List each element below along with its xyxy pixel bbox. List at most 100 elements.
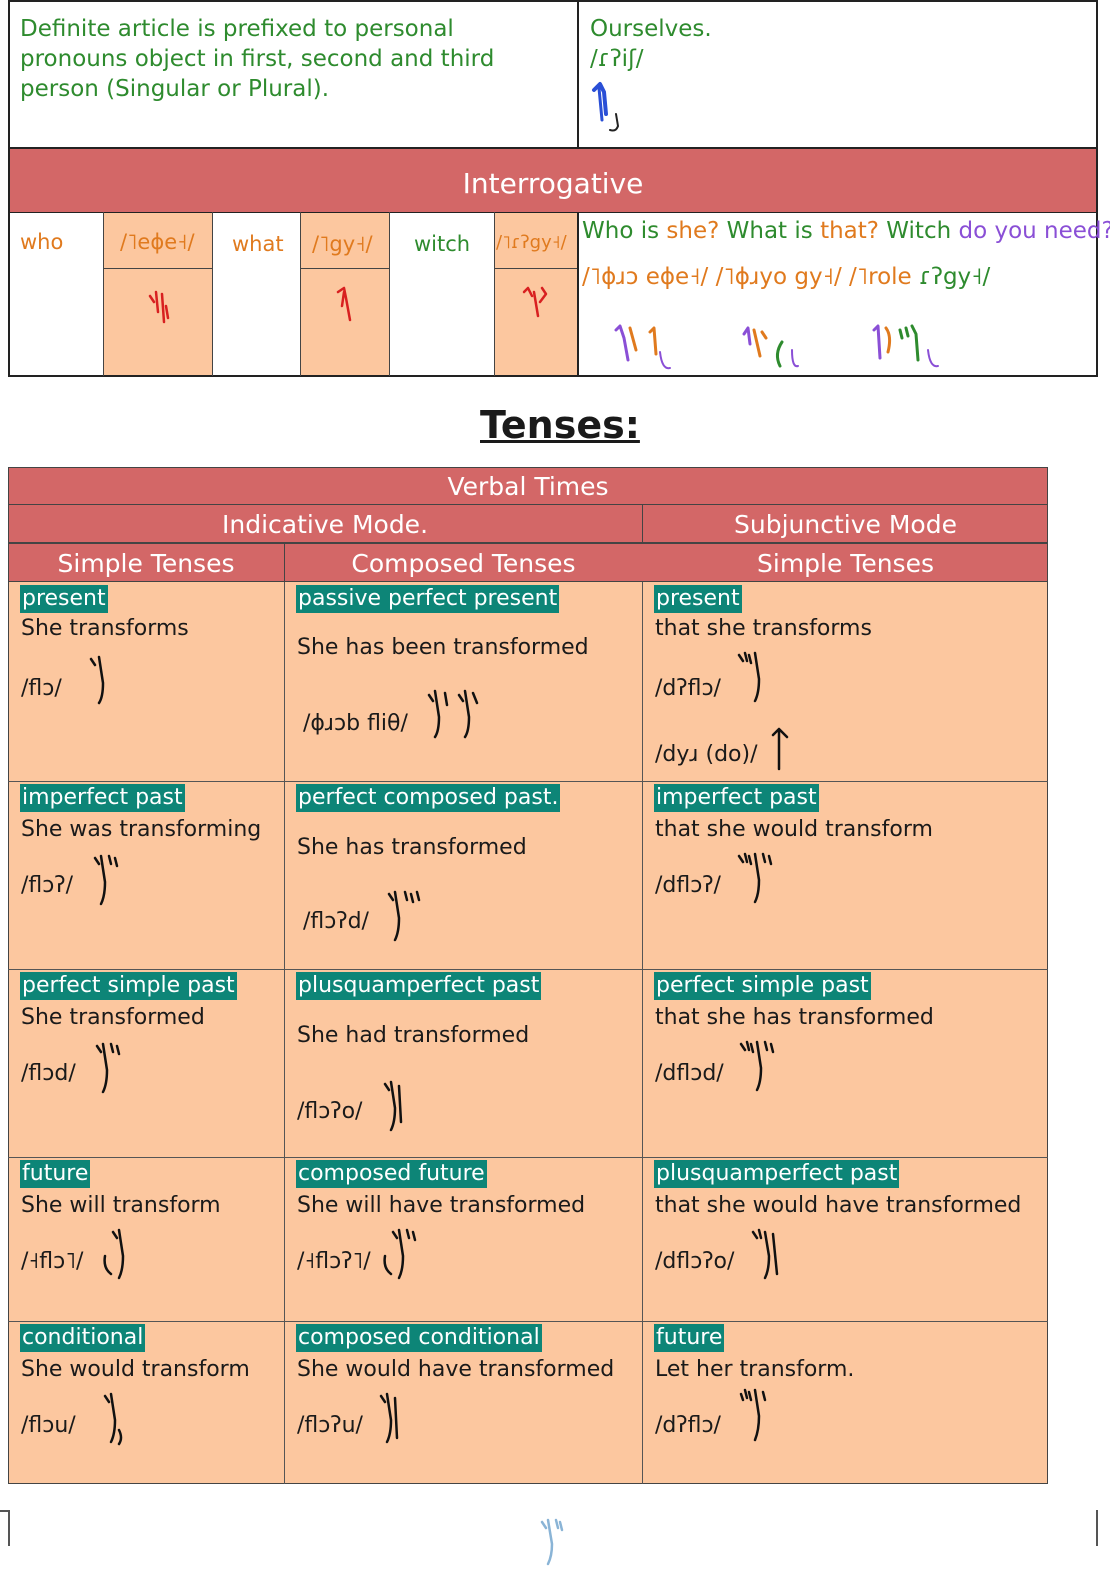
ex-who-is: Who is: [582, 218, 660, 244]
tense-ipa: /ɸɹɔb fliθ/: [303, 711, 408, 736]
definition-text: Definite article is prefixed to personal…: [20, 14, 570, 104]
composed-conditional-glyph-icon: [379, 1392, 399, 1444]
tense-ipa: /dʔflɔ/: [655, 676, 721, 701]
what-ipa: /˥gy˧/: [312, 232, 373, 256]
cell-perfect-simple-past: perfect simple past She transformed /flɔ…: [9, 970, 284, 1157]
ex-she: she?: [666, 218, 720, 244]
sentence1-glyph-icon: [614, 324, 671, 370]
cell-composed-conditional: composed conditional She would have tran…: [285, 1322, 642, 1484]
cell-sep: [301, 268, 389, 269]
col-sep: [577, 212, 579, 376]
tense-ipa: /flɔd/: [21, 1061, 76, 1086]
tense-tag: plusquamperfect past: [654, 1160, 900, 1188]
cell-sub-perfect-simple-past: perfect simple past that she has transfo…: [643, 970, 1048, 1157]
ourselves-word: Ourselves.: [590, 16, 712, 42]
tenses-heading: Tenses:: [480, 403, 640, 447]
tense-sentence: She transformed: [21, 1005, 205, 1030]
sub-perfect-simple-glyph-icon: [739, 1040, 775, 1092]
col-sep: [389, 212, 390, 376]
who-glyph-icon: [148, 290, 170, 324]
interrogative-example: Who is she? What is that? Witch do you n…: [582, 216, 1110, 246]
ipa-part: ɾʔgy˧/: [919, 264, 991, 290]
tense-sentence: She has been transformed: [297, 635, 589, 660]
col-subjunctive-simple: Simple Tenses: [757, 549, 934, 578]
sub-future-glyph-icon: [739, 1388, 767, 1442]
cell-sub-future: future Let her transform. /dʔflɔ/: [643, 1322, 1048, 1484]
cell-plusquamperfect-past: plusquamperfect past She had transformed…: [285, 970, 642, 1157]
tense-sentence: She would have transformed: [297, 1357, 615, 1382]
subjunctive-mode: Subjunctive Mode: [734, 510, 957, 539]
col-composed-tenses: Composed Tenses: [351, 549, 576, 578]
sub-imperfect-glyph-icon: [737, 852, 773, 904]
who-label: who: [20, 230, 64, 254]
verbal-times-title: Verbal Times: [447, 472, 609, 501]
tense-tag: future: [654, 1324, 725, 1352]
tense-tag: future: [20, 1160, 91, 1188]
col-sep: [212, 212, 213, 376]
cell-present: present She transforms /flɔ/: [9, 583, 284, 781]
tense-sentence: She will have transformed: [297, 1193, 586, 1218]
tense-sentence: that she would transform: [655, 817, 933, 842]
future-glyph-icon: [103, 1228, 125, 1280]
tense-ipa: /flɔʔd/: [303, 909, 369, 934]
tense-sentence: that she has transformed: [655, 1005, 934, 1030]
cell-perfect-composed-past: perfect composed past. She has transform…: [285, 782, 642, 969]
tense-ipa: /dʔflɔ/: [655, 1413, 721, 1438]
ex-that: that?: [820, 218, 879, 244]
cell-composed-future: composed future She will have transforme…: [285, 1158, 642, 1321]
interrogative-ipa-line: /˥ɸɹɔ eɸe˧/ /˥ɸɹyo gy˧/ /˥role ɾʔgy˧/: [582, 262, 990, 292]
cell-sub-imperfect-past: imperfect past that she would transform …: [643, 782, 1048, 969]
cell-passive-perfect-present: passive perfect present She has been tra…: [285, 583, 642, 781]
cell-conditional: conditional She would transform /flɔu/: [9, 1322, 284, 1484]
tense-ipa: /dflɔd/: [655, 1061, 724, 1086]
tense-tag: perfect simple past: [654, 972, 871, 1000]
tense-ipa-secondary: /dyɹ (do)/: [655, 742, 758, 767]
tense-ipa: /dflɔʔo/: [655, 1249, 735, 1274]
definition-divider: [577, 0, 579, 148]
ipa-part: /˥ɸɹɔ: [582, 264, 639, 290]
tense-sentence: She was transforming: [21, 817, 262, 842]
tense-tag: perfect simple past: [20, 972, 237, 1000]
interrogative-header: Interrogative: [8, 147, 1098, 213]
col-simple-tenses: Simple Tenses: [57, 549, 235, 578]
definition-line: Definite article is prefixed to personal: [20, 16, 454, 42]
sentence3-glyph-icon: [872, 324, 939, 368]
tense-tag: present: [20, 585, 108, 613]
ex-witch: Witch: [886, 218, 952, 244]
composed-future-glyph-icon: [383, 1228, 417, 1280]
page-edge-left: [8, 1510, 10, 1546]
plusquamperfect-glyph-icon: [383, 1080, 403, 1132]
tense-sentence: that she would have transformed: [655, 1193, 1022, 1218]
tense-ipa: /flɔʔu/: [297, 1413, 363, 1438]
tense-tag: plusquamperfect past: [296, 972, 542, 1000]
witch-ipa: /˥ɾʔgy˧/: [496, 232, 567, 253]
tense-ipa: /flɔʔ/: [21, 873, 73, 898]
definition-line: person (Singular or Plural).: [20, 76, 330, 102]
tense-tag: passive perfect present: [296, 585, 560, 613]
tense-sentence: She had transformed: [297, 1023, 530, 1048]
ipa-part: gy˧/: [794, 264, 842, 290]
tense-ipa: /flɔu/: [21, 1413, 76, 1438]
tense-tag: imperfect past: [654, 784, 819, 812]
tense-ipa: /˧flɔ˥/: [21, 1249, 84, 1274]
ipa-part: eɸe˧/: [645, 264, 709, 290]
conditional-glyph-icon: [103, 1392, 123, 1446]
cell-imperfect-past: imperfect past She was transforming /flɔ…: [9, 782, 284, 969]
tense-sentence: Let her transform.: [655, 1357, 855, 1382]
page-edge-left-top: [0, 1510, 10, 1512]
ipa-part: /˥ɸɹyo: [715, 264, 788, 290]
sub-plusquamperfect-glyph-icon: [751, 1228, 779, 1280]
passive-perfect-glyph-icon: [427, 689, 479, 739]
tense-ipa: /dflɔʔ/: [655, 873, 721, 898]
perfect-simple-glyph-icon: [95, 1042, 121, 1094]
tense-sentence: She will transform: [21, 1193, 221, 1218]
ex-do-you-need: do you need?: [958, 218, 1110, 244]
indicative-mode: Indicative Mode.: [221, 510, 429, 539]
tense-tag: conditional: [20, 1324, 146, 1352]
ipa-part: /˥role: [849, 264, 912, 290]
tense-ipa: /flɔ/: [21, 676, 62, 701]
interrogative-title: Interrogative: [462, 167, 644, 200]
cell-future: future She will transform /˧flɔ˥/: [9, 1158, 284, 1321]
sub-present-glyph-icon: [737, 651, 761, 703]
tense-tag: present: [654, 585, 742, 613]
